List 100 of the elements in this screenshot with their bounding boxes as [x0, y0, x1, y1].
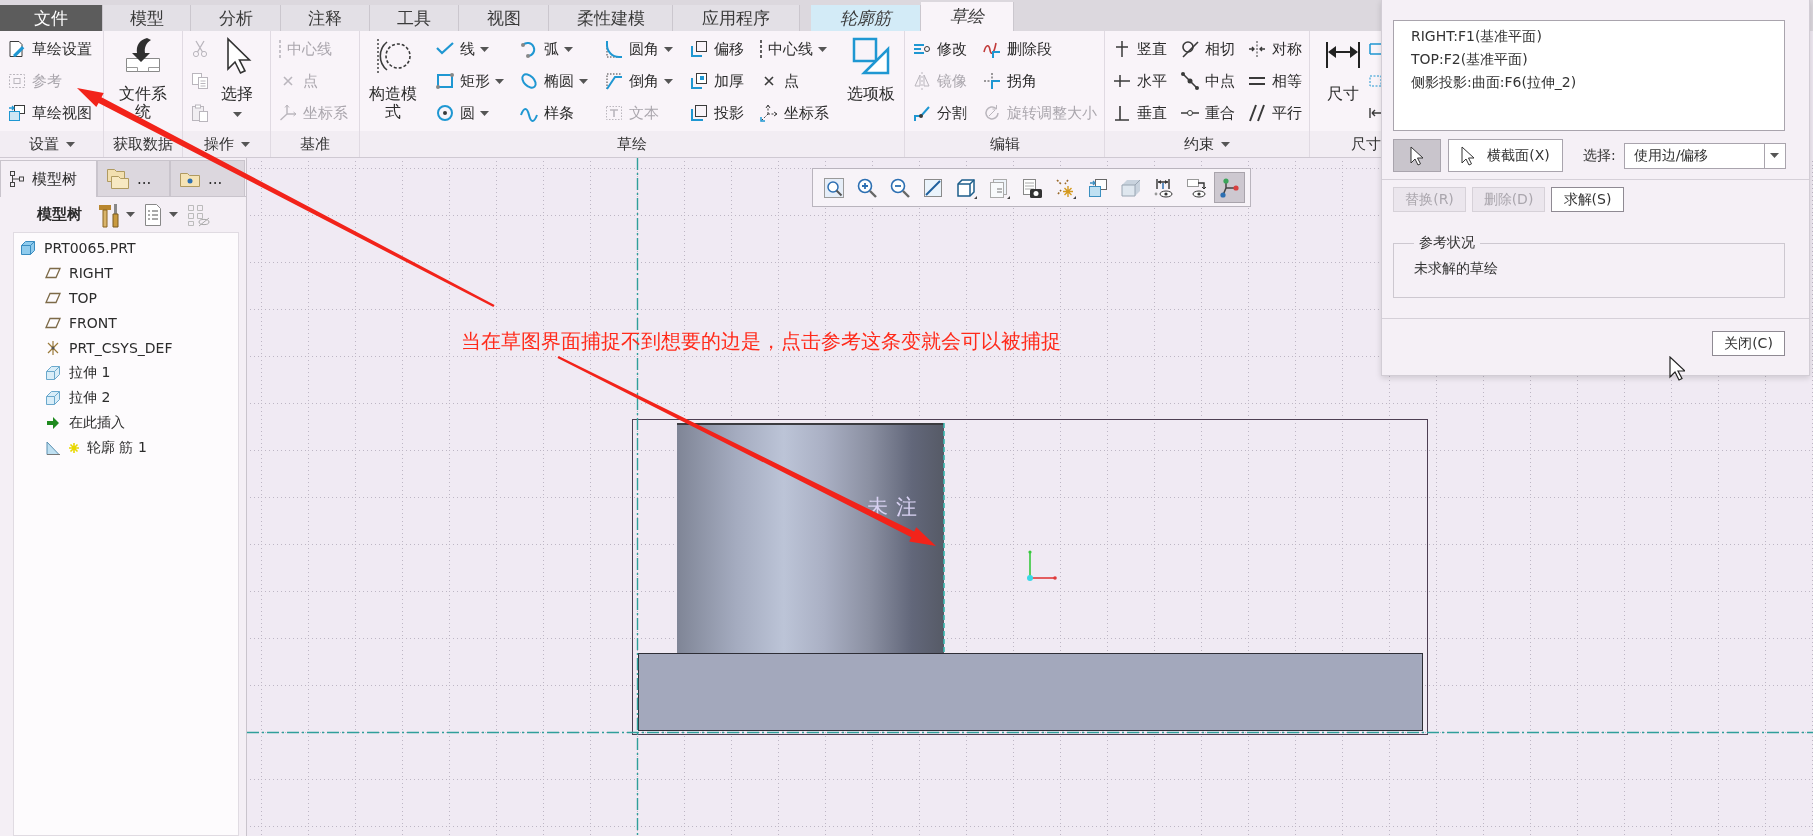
datum-axes-icon: [45, 339, 61, 356]
caret-icon: [494, 78, 504, 84]
dimension-tool-icon: [1369, 107, 1381, 119]
caret-icon: [579, 78, 589, 84]
pointer-icon: [1410, 145, 1424, 166]
ribbon-tool-button[interactable]: 中点: [1179, 65, 1235, 97]
caret-icon: [479, 110, 489, 116]
ribbon-large-button[interactable]: 选择: [211, 33, 263, 131]
chamfer-icon: [603, 71, 624, 91]
close-button[interactable]: 关闭(C): [1712, 331, 1785, 356]
caret-icon: [818, 46, 828, 52]
ribbon-large-button[interactable]: 构造模式: [367, 33, 419, 131]
panel-tab[interactable]: ...: [97, 160, 170, 196]
ribbon-large-button[interactable]: 尺寸: [1317, 33, 1369, 131]
box-icon: [45, 364, 61, 381]
ribbon-tool-button[interactable]: 平行: [1247, 97, 1302, 129]
pick-button[interactable]: [1393, 139, 1441, 172]
ribbon-tool-button[interactable]: 分割: [912, 97, 967, 129]
tree-item[interactable]: 拉伸 2: [39, 385, 238, 410]
node-graph-icon: [1218, 176, 1241, 199]
ribbon-tab[interactable]: 草绘: [921, 2, 1014, 31]
group-menu-button[interactable]: 操作: [183, 131, 270, 157]
annotation-eye-icon: [1185, 176, 1208, 199]
dialog-button[interactable]: 求解(S): [1551, 187, 1624, 212]
ribbon-tool-button[interactable]: 草绘设置: [7, 33, 92, 65]
ribbon-tool-button[interactable]: 矩形: [434, 65, 504, 97]
ribbon-tool-button[interactable]: 椭圆: [519, 65, 589, 97]
caret-icon: [663, 78, 673, 84]
ribbon-tab[interactable]: 工具: [370, 5, 459, 31]
ribbon-tool-button[interactable]: 修改: [912, 33, 967, 65]
ribbon-tool-button[interactable]: 弧: [519, 33, 589, 65]
caret-icon: [169, 212, 178, 217]
ribbon-tool-button[interactable]: 删除段: [982, 33, 1097, 65]
ribbon-tool-button[interactable]: 垂直: [1112, 97, 1167, 129]
ribbon-tab[interactable]: 模型: [103, 5, 191, 31]
ribbon-tab[interactable]: 分析: [191, 5, 281, 31]
group-menu-button[interactable]: 设置: [0, 131, 103, 157]
tree-item[interactable]: 拉伸 1: [39, 360, 238, 385]
tree-item[interactable]: PRT0065.PRT: [14, 235, 238, 260]
tree-item[interactable]: RIGHT: [39, 260, 238, 285]
cube-icon: [20, 239, 36, 256]
reference-item[interactable]: RIGHT:F1(基准平面): [1411, 25, 1767, 48]
ribbon-tool-button[interactable]: 线: [434, 33, 504, 65]
ribbon-tool-button[interactable]: 相等: [1247, 65, 1302, 97]
ribbon-tool-button[interactable]: 拐角: [982, 65, 1097, 97]
ribbon-large-button[interactable]: 选项板: [844, 33, 897, 131]
tree-item[interactable]: PRT_CSYS_DEF: [39, 335, 238, 360]
tree-item[interactable]: 轮廓 筋 1: [39, 435, 238, 460]
caret-icon: [232, 111, 242, 117]
copy-icon: [190, 71, 210, 91]
ribbon-tool-button[interactable]: 水平: [1112, 65, 1167, 97]
tree-structure-icon: [9, 170, 25, 188]
ribbon-tool-button[interactable]: 加厚: [688, 65, 744, 97]
dashed-line-icon: [759, 39, 764, 59]
select-dropdown[interactable]: 使用边/偏移: [1623, 142, 1786, 169]
dashed-frame-icon: [7, 71, 27, 91]
ribbon-tab[interactable]: 视图: [459, 5, 549, 31]
ribbon-tool-button[interactable]: 样条: [519, 97, 589, 129]
group-menu-button[interactable]: 约束: [1105, 131, 1309, 157]
cube-icon: [954, 176, 977, 199]
view-swap-icon: [1086, 176, 1109, 199]
select-label: 选择:: [1583, 146, 1616, 165]
zoom-in-icon: [855, 176, 878, 199]
ribbon-tab[interactable]: 轮廓筋: [811, 5, 921, 31]
ribbon-tool-button[interactable]: 倒角: [603, 65, 673, 97]
ribbon-tool-button[interactable]: 圆角: [603, 33, 673, 65]
ribbon-tab[interactable]: 柔性建模: [549, 5, 673, 31]
dimension-eye-icon: [1152, 176, 1175, 199]
dashed-star-icon: [1053, 176, 1076, 199]
ribbon-tool-button[interactable]: 投影: [688, 97, 744, 129]
tools-menu-button[interactable]: [98, 201, 135, 228]
palette-squares-icon: [850, 36, 891, 76]
ribbon-tool-button[interactable]: 草绘视图: [7, 97, 92, 129]
reference-item[interactable]: TOP:F2(基准平面): [1411, 48, 1767, 71]
ribbon-tool-button[interactable]: 偏移: [688, 33, 744, 65]
clipboard-icon: [190, 103, 210, 123]
hammer-screwdriver-icon: [98, 201, 120, 228]
tree-item[interactable]: TOP: [39, 285, 238, 310]
panel-tab[interactable]: 模型树: [0, 160, 97, 197]
cross-section-button[interactable]: 横截面(X): [1448, 139, 1563, 172]
ribbon-tab[interactable]: 应用程序: [673, 5, 800, 31]
axes-icon: [278, 103, 298, 123]
ribbon-tool-button[interactable]: 点: [759, 65, 830, 97]
ribbon-tool-button[interactable]: 重合: [1179, 97, 1235, 129]
ribbon-tool-button[interactable]: 相切: [1179, 33, 1235, 65]
midpoint-icon: [1179, 71, 1200, 91]
perpendicular-icon: [1112, 103, 1132, 123]
ribbon-tool-button[interactable]: 对称: [1247, 33, 1302, 65]
ribbon-tab[interactable]: 注释: [281, 5, 370, 31]
tree-item[interactable]: 在此插入: [39, 410, 238, 435]
tree-item[interactable]: FRONT: [39, 310, 238, 335]
ribbon-large-button[interactable]: 文件系统: [117, 33, 169, 131]
panel-tab[interactable]: ...: [170, 160, 245, 196]
ribbon-tool-button[interactable]: 圆: [434, 97, 504, 129]
ribbon-tool-button[interactable]: 坐标系: [759, 97, 830, 129]
display-menu-button[interactable]: [143, 202, 178, 227]
reference-item[interactable]: 侧影投影:曲面:F6(拉伸_2): [1411, 71, 1767, 94]
ribbon-tab[interactable]: 文件: [0, 5, 103, 31]
ribbon-tool-button[interactable]: 中心线: [759, 33, 830, 65]
ribbon-tool-button[interactable]: 竖直: [1112, 33, 1167, 65]
